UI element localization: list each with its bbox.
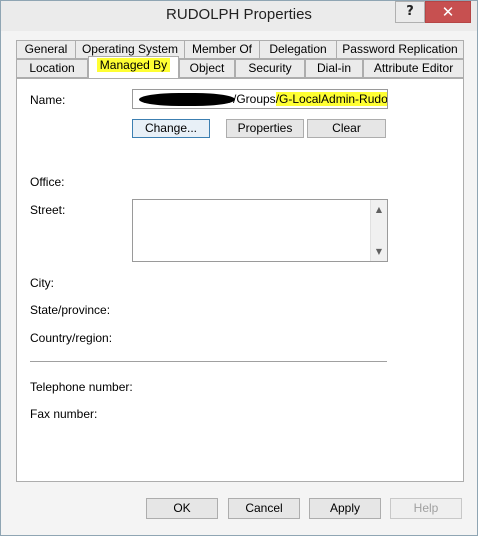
help-title-button[interactable]: ? [395, 1, 425, 23]
telephone-label: Telephone number: [30, 380, 133, 394]
change-button[interactable]: Change... [132, 119, 210, 138]
name-value-highlight: /G-LocalAdmin-Rudolph [275, 92, 387, 106]
name-value-plain: /Groups [233, 92, 276, 106]
tab-attribute-editor[interactable]: Attribute Editor [363, 59, 464, 78]
street-scrollbar[interactable]: ▲ ▼ [370, 200, 387, 261]
tab-security[interactable]: Security [235, 59, 305, 78]
redaction-mark [139, 93, 235, 106]
tab-managed-by-label: Managed By [96, 58, 171, 72]
tab-dial-in[interactable]: Dial-in [305, 59, 363, 78]
managed-by-panel: Name: /Groups/G-LocalAdmin-Rudolph Chang… [16, 78, 464, 482]
close-icon: ✕ [441, 3, 455, 21]
street-textarea[interactable]: ▲ ▼ [132, 199, 388, 262]
close-button[interactable]: ✕ [425, 1, 471, 23]
tab-managed-by[interactable]: Managed By [88, 56, 179, 78]
cancel-button[interactable]: Cancel [228, 498, 300, 519]
tab-object[interactable]: Object [179, 59, 235, 78]
divider [30, 361, 387, 362]
clear-button[interactable]: Clear [307, 119, 386, 138]
title-bar[interactable]: RUDOLPH Properties ? ✕ [1, 1, 477, 31]
name-field[interactable]: /Groups/G-LocalAdmin-Rudolph [132, 89, 388, 109]
ok-button[interactable]: OK [146, 498, 218, 519]
tab-location[interactable]: Location [16, 59, 88, 78]
name-label: Name: [30, 93, 66, 107]
scroll-down-icon[interactable]: ▼ [371, 244, 387, 260]
tab-general[interactable]: General [16, 40, 76, 59]
fax-label: Fax number: [30, 407, 98, 421]
state-label: State/province: [30, 303, 111, 317]
street-label: Street: [30, 203, 66, 217]
tab-password-replication[interactable]: Password Replication [336, 40, 464, 59]
office-label: Office: [30, 175, 65, 189]
country-label: Country/region: [30, 331, 113, 345]
scroll-up-icon[interactable]: ▲ [371, 202, 387, 218]
tab-member-of[interactable]: Member Of [184, 40, 260, 59]
properties-dialog: RUDOLPH Properties ? ✕ General Operating… [0, 0, 478, 536]
apply-button[interactable]: Apply [309, 498, 381, 519]
properties-button[interactable]: Properties [226, 119, 304, 138]
city-label: City: [30, 276, 54, 290]
help-button[interactable]: Help [390, 498, 462, 519]
name-value: /Groups/G-LocalAdmin-Rudolph [233, 90, 387, 108]
tab-delegation[interactable]: Delegation [259, 40, 337, 59]
